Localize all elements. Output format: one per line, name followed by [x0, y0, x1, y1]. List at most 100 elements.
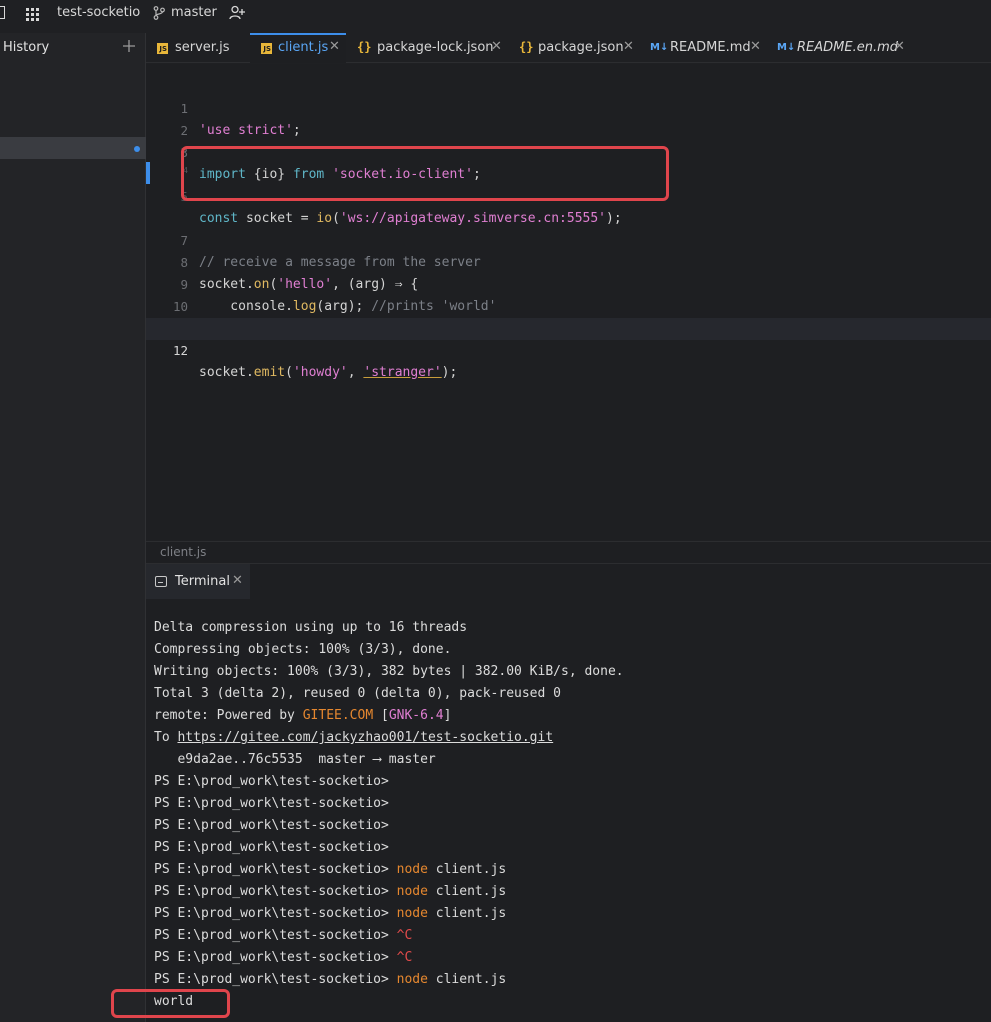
- terminal-prompt: PS E:\prod_work\test-socketio>: [154, 950, 397, 965]
- terminal-prompt-line: PS E:\prod_work\test-socketio> node clie…: [154, 859, 506, 881]
- terminal-prompt-line: PS E:\prod_work\test-socketio>: [154, 793, 397, 815]
- code-line: 7 // receive a message from the server: [146, 208, 991, 270]
- history-panel: History: [0, 33, 146, 1022]
- code-line: 8 socket.on('hello', (arg) ⇒ {: [146, 230, 991, 292]
- terminal-argument: client.js: [427, 884, 507, 899]
- terminal-prompt-line: PS E:\prod_work\test-socketio> node clie…: [154, 903, 506, 925]
- tab-server-js[interactable]: JS server.js: [150, 33, 250, 63]
- modified-indicator-dot: [134, 146, 140, 152]
- terminal-line: remote: Powered by GITEE.COM [GNK-6.4]: [154, 705, 451, 727]
- tab-client-js[interactable]: JS client.js ✕: [250, 33, 346, 63]
- terminal-tab-label: Terminal: [175, 574, 230, 589]
- terminal-prompt: PS E:\prod_work\test-socketio>: [154, 906, 397, 921]
- close-icon[interactable]: ✕: [750, 39, 761, 54]
- terminal-text: [: [373, 708, 389, 723]
- tab-label: package-lock.json: [377, 40, 494, 55]
- terminal-prompt: PS E:\prod_work\test-socketio>: [154, 796, 397, 811]
- terminal-line: Delta compression using up to 16 threads: [154, 620, 468, 635]
- terminal-line: To https://gitee.com/jackyzhao001/test-s…: [154, 727, 553, 749]
- json-file-icon: {}: [357, 40, 372, 54]
- terminal-interrupt: ^C: [396, 950, 413, 965]
- code-token: 'stranger': [363, 365, 442, 380]
- terminal-prompt: PS E:\prod_work\test-socketio>: [154, 840, 397, 855]
- terminal-prompt-line: PS E:\prod_work\test-socketio>: [154, 771, 397, 793]
- terminal-command: node: [396, 862, 428, 877]
- line-number: 12: [172, 343, 188, 358]
- terminal-prompt-line: PS E:\prod_work\test-socketio> node clie…: [154, 881, 506, 903]
- branch-name[interactable]: master: [171, 0, 217, 26]
- close-icon[interactable]: ✕: [329, 39, 340, 54]
- json-file-icon: {}: [519, 40, 534, 54]
- annotation-highlight-box: [111, 989, 230, 1018]
- code-token: );: [441, 365, 458, 380]
- tab-terminal[interactable]: Terminal ✕: [146, 564, 250, 600]
- tab-package-lock-json[interactable]: {} package-lock.json ✕: [350, 33, 510, 63]
- code-token: 'howdy': [292, 365, 348, 380]
- terminal-prompt: PS E:\prod_work\test-socketio>: [154, 818, 397, 833]
- terminal-prompt: PS E:\prod_work\test-socketio>: [154, 928, 397, 943]
- apps-grid-icon[interactable]: [26, 6, 39, 21]
- history-panel-title: History: [3, 40, 50, 55]
- code-editor[interactable]: 1 'use strict'; 2 3 import {io} from 'so…: [146, 64, 991, 540]
- tab-readme-md[interactable]: M↓ README.md ✕: [644, 33, 766, 63]
- annotation-highlight-box: [181, 146, 669, 201]
- terminal-command: node: [396, 906, 428, 921]
- add-user-icon[interactable]: [229, 5, 245, 24]
- breadcrumb[interactable]: client.js: [146, 541, 991, 563]
- title-bar: test-socketio master: [0, 0, 991, 26]
- editor-tab-bar: JS server.js JS client.js ✕ {} package-l…: [146, 33, 991, 63]
- code-token: ,: [347, 365, 364, 380]
- terminal-line: Total 3 (delta 2), reused 0 (delta 0), p…: [154, 686, 561, 701]
- code-token: socket.: [199, 365, 254, 380]
- tab-readme-en-md[interactable]: M↓ README.en.md ✕: [772, 33, 912, 63]
- tab-package-json[interactable]: {} package.json ✕: [512, 33, 638, 63]
- tab-label: README.md: [670, 40, 751, 55]
- terminal-prompt-line: PS E:\prod_work\test-socketio> node clie…: [154, 969, 506, 991]
- breadcrumb-file[interactable]: client.js: [160, 545, 206, 559]
- terminal-command: node: [396, 972, 428, 987]
- tab-label: package.json: [538, 40, 624, 55]
- close-icon[interactable]: ✕: [232, 573, 243, 588]
- terminal-line: Compressing objects: 100% (3/3), done.: [154, 642, 452, 657]
- history-item-selected[interactable]: [0, 137, 146, 159]
- close-icon[interactable]: ✕: [623, 39, 634, 54]
- code-line: 3 import {io} from 'socket.io-client';: [146, 120, 991, 182]
- code-line: 9 console.log(arg); //prints 'world': [146, 252, 991, 314]
- terminal-prompt-line: PS E:\prod_work\test-socketio>: [154, 837, 397, 859]
- sidebar-toggle-icon[interactable]: [0, 6, 5, 19]
- tab-label: server.js: [175, 40, 230, 55]
- terminal-prompt-line: PS E:\prod_work\test-socketio>: [154, 815, 397, 837]
- code-token: emit: [253, 365, 286, 380]
- terminal-line: e9da2ae..76c5535 master ⟶ master: [154, 752, 436, 767]
- add-icon[interactable]: [122, 37, 136, 55]
- terminal-text: GITEE.COM: [302, 708, 374, 723]
- terminal-line: Writing objects: 100% (3/3), 382 bytes |…: [154, 664, 624, 679]
- code-line: 11: [146, 296, 991, 336]
- history-panel-header: History: [0, 33, 146, 63]
- terminal-text: GNK-6.4: [388, 708, 444, 723]
- js-file-icon: JS: [261, 43, 272, 54]
- terminal-icon: [155, 576, 167, 587]
- git-branch-icon: [153, 5, 165, 24]
- terminal-interrupt: ^C: [396, 928, 413, 943]
- terminal-prompt: PS E:\prod_work\test-socketio>: [154, 972, 397, 987]
- code-token: (: [285, 365, 293, 380]
- terminal-output[interactable]: Delta compression using up to 16 threads…: [146, 599, 991, 1022]
- terminal-text: To: [154, 730, 178, 745]
- project-name[interactable]: test-socketio: [57, 0, 140, 26]
- repo-link[interactable]: https://gitee.com/jackyzhao001/test-sock…: [177, 730, 553, 745]
- close-icon[interactable]: ✕: [894, 39, 905, 54]
- terminal-argument: client.js: [427, 972, 507, 987]
- terminal-prompt: PS E:\prod_work\test-socketio>: [154, 884, 397, 899]
- markdown-file-icon: M↓: [650, 42, 669, 53]
- terminal-argument: client.js: [427, 862, 507, 877]
- tab-label: README.en.md: [797, 40, 898, 55]
- markdown-file-icon: M↓: [777, 42, 796, 53]
- terminal-argument: client.js: [427, 906, 507, 921]
- code-line-current: 12 socket.emit('howdy', 'stranger');: [146, 318, 991, 380]
- close-icon[interactable]: ✕: [491, 39, 502, 54]
- terminal-text: remote: Powered by: [154, 708, 303, 723]
- code-line: 1 'use strict';: [146, 76, 991, 138]
- code-line: 10 });: [146, 274, 991, 336]
- terminal-prompt: PS E:\prod_work\test-socketio>: [154, 862, 397, 877]
